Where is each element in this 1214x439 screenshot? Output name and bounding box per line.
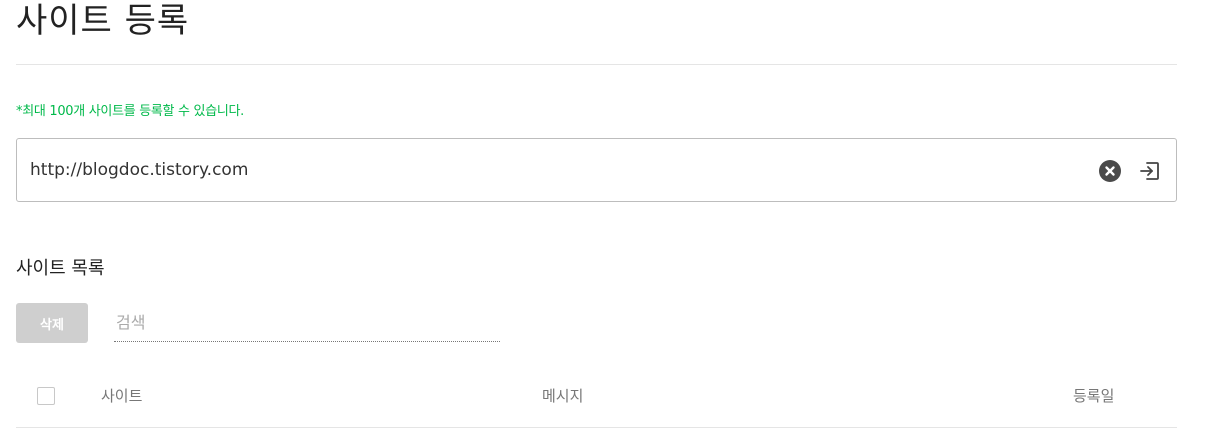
column-header-date: 등록일 <box>1073 387 1115 405</box>
site-list-header: 사이트 메시지 등록일 <box>16 370 1177 428</box>
site-register-page: 사이트 등록 *최대 100개 사이트를 등록할 수 있습니다. 사이트 목록 … <box>0 0 1214 439</box>
site-url-input[interactable] <box>30 139 1070 201</box>
delete-button[interactable]: 삭제 <box>16 303 88 343</box>
column-header-site: 사이트 <box>101 387 143 405</box>
url-input-box <box>16 138 1177 202</box>
search-input[interactable] <box>114 304 500 342</box>
select-all-checkbox[interactable] <box>37 387 55 405</box>
clear-icon[interactable] <box>1099 160 1121 182</box>
site-list-title: 사이트 목록 <box>16 258 105 279</box>
submit-enter-icon[interactable] <box>1138 159 1162 183</box>
limit-notice: *최대 100개 사이트를 등록할 수 있습니다. <box>16 104 245 119</box>
title-divider <box>16 64 1177 65</box>
page-title: 사이트 등록 <box>16 1 190 41</box>
column-header-message: 메시지 <box>542 387 584 405</box>
